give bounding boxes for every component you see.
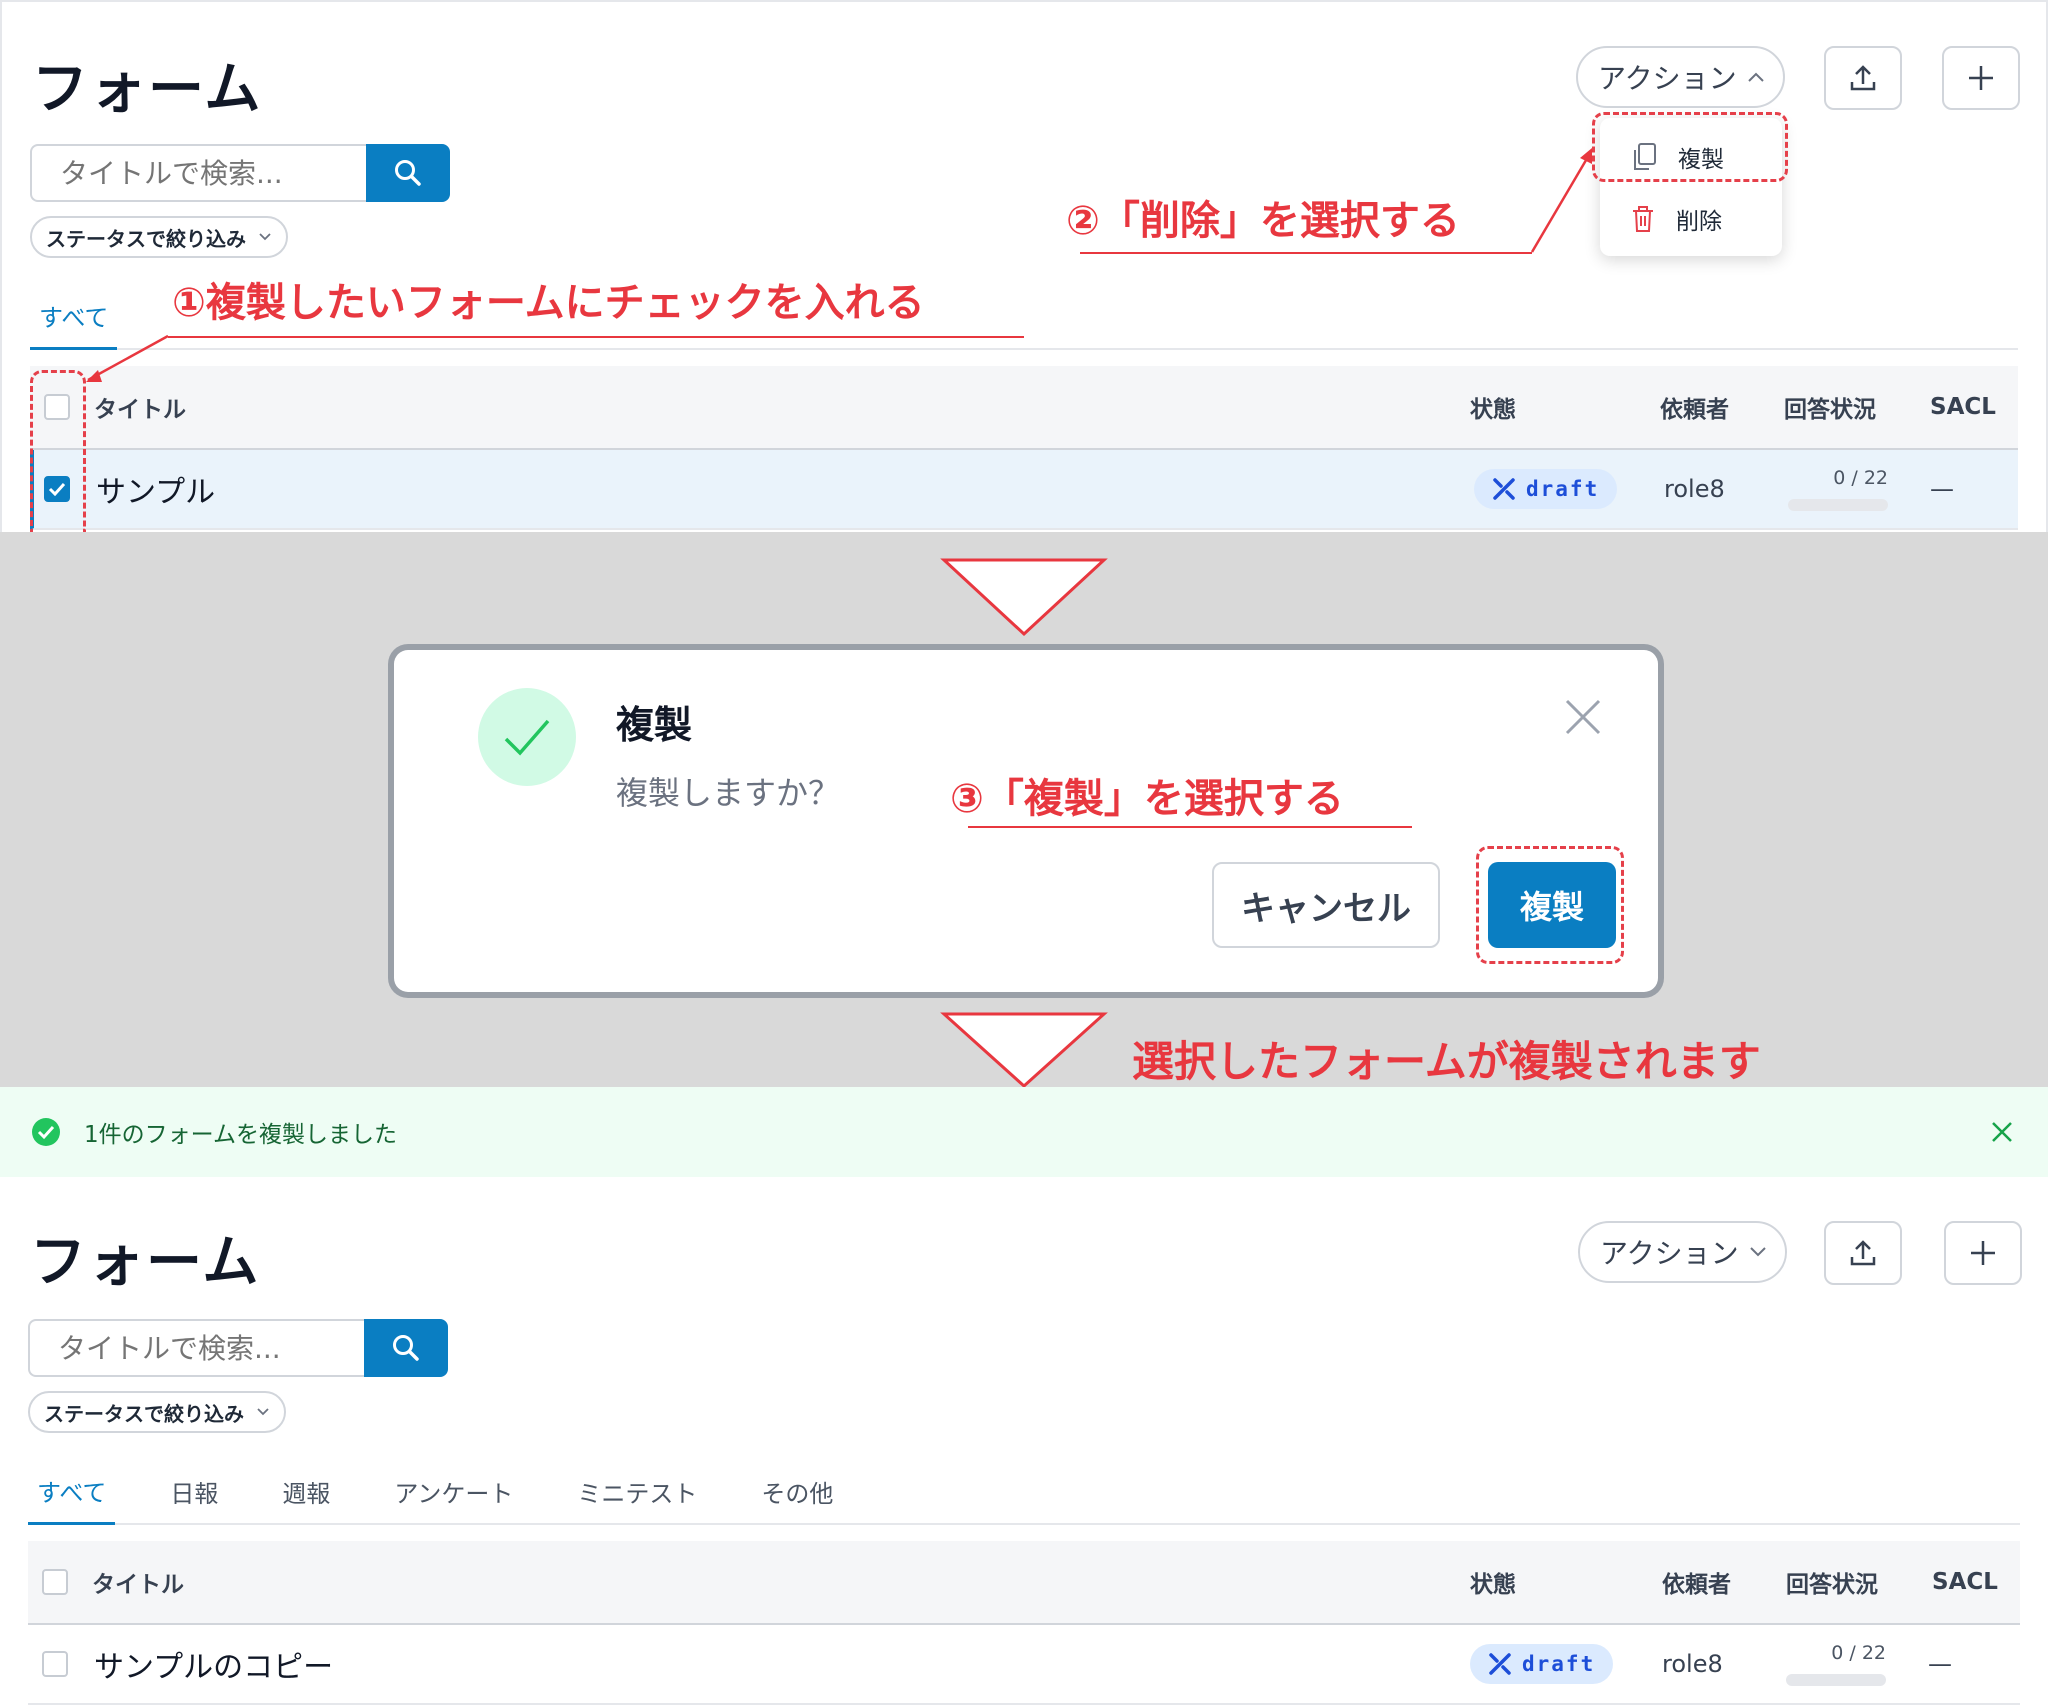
success-check-icon [478, 688, 576, 786]
chevron-down-icon [1749, 1247, 1766, 1257]
column-progress: 回答状況 [1786, 1572, 1878, 1598]
page-title: フォーム [30, 1230, 261, 1295]
tab-all[interactable]: すべて [28, 1473, 116, 1525]
add-form-button[interactable] [1944, 1221, 2022, 1285]
row-sacl: — [1928, 1650, 1952, 1678]
close-icon[interactable] [1990, 1120, 2014, 1144]
status-filter[interactable]: ステータスで絞り込み [28, 1391, 286, 1433]
action-menu-button[interactable]: アクション [1578, 1221, 1787, 1283]
progress-bar [1786, 1674, 1886, 1686]
upload-button[interactable] [1824, 1221, 1902, 1285]
row-progress: 0 / 22 [1786, 1642, 1886, 1686]
search-button[interactable] [364, 1319, 448, 1377]
row-requester: role8 [1662, 1650, 1723, 1678]
column-requester: 依頼者 [1662, 1572, 1731, 1598]
edit-tools-icon [1489, 1653, 1511, 1675]
success-toast: 1件のフォームを複製しました [0, 1087, 2048, 1177]
form-list-panel-after: フォーム アクション ステータスで絞り込み すべて 日報 週報 アンケート ミニ… [0, 1087, 2048, 1707]
tab-other[interactable]: その他 [752, 1474, 842, 1523]
search-bar [28, 1319, 448, 1377]
tab-weekly-report[interactable]: 週報 [273, 1474, 339, 1523]
select-all-checkbox[interactable] [42, 1569, 68, 1595]
tab-survey[interactable]: アンケート [385, 1474, 522, 1523]
toast-message: 1件のフォームを複製しました [84, 1122, 397, 1148]
row-title[interactable]: サンプルのコピー [94, 1642, 333, 1686]
form-table: タイトル 状態 依頼者 回答状況 SACL サンプルのコピー draft rol… [28, 1541, 2020, 1705]
annotation-result: 選択したフォームが複製されます [1132, 1037, 1761, 1086]
table-row[interactable]: サンプルのコピー draft role8 0 / 22 — [28, 1625, 2020, 1705]
close-icon [1565, 699, 1601, 735]
column-status: 状態 [1470, 1572, 1516, 1598]
dialog-title: 複製 [616, 703, 693, 747]
status-badge-text: draft [1522, 1652, 1596, 1676]
highlight-confirm-button [1476, 846, 1624, 964]
search-input[interactable] [28, 1319, 364, 1377]
cancel-button[interactable]: キャンセル [1212, 862, 1440, 948]
chevron-down-icon [257, 1408, 269, 1416]
dialog-message: 複製しますか？ [616, 774, 841, 812]
category-tabs: すべて 日報 週報 アンケート ミニテスト その他 [28, 1465, 2020, 1525]
status-badge: draft [1470, 1644, 1614, 1684]
table-header: タイトル 状態 依頼者 回答状況 SACL [28, 1541, 2020, 1625]
annotation-step3-underline [968, 826, 1412, 828]
upload-icon [1850, 1240, 1876, 1266]
success-circle-icon [32, 1118, 60, 1146]
plus-icon [1971, 1241, 1995, 1265]
status-filter-label: ステータスで絞り込み [44, 1401, 244, 1426]
action-menu-label: アクション [1600, 1237, 1739, 1270]
column-title: タイトル [92, 1572, 184, 1598]
dialog-close-button[interactable] [1564, 698, 1602, 740]
row-checkbox[interactable] [42, 1651, 68, 1677]
tab-daily-report[interactable]: 日報 [161, 1474, 227, 1523]
progress-text: 0 / 22 [1831, 1642, 1886, 1664]
column-sacl: SACL [1932, 1569, 1998, 1595]
annotation-step3: ③「複製」を選択する [950, 776, 1344, 822]
tab-mini-test[interactable]: ミニテスト [568, 1474, 706, 1523]
search-icon [393, 1335, 419, 1361]
